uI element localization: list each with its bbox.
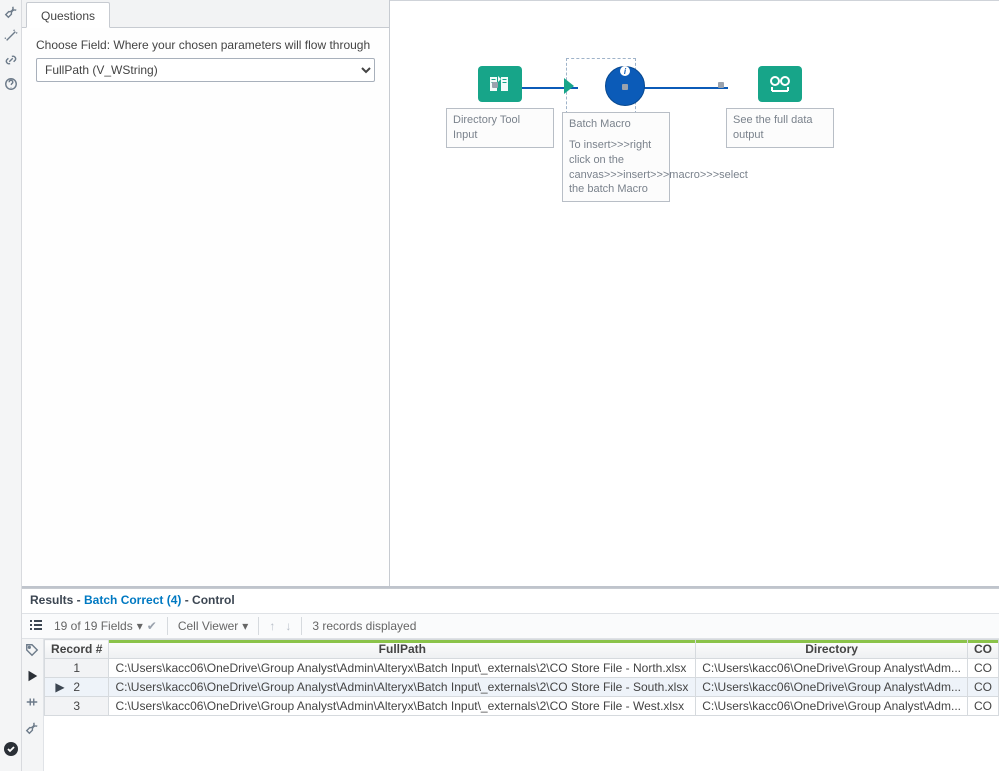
col-directory[interactable]: Directory: [696, 640, 968, 659]
info-badge-icon: i: [620, 66, 630, 76]
col-record-num[interactable]: Record #: [45, 640, 109, 659]
results-icon-rail: [22, 639, 44, 771]
node-caption: Batch Macro To insert>>>right click on t…: [562, 112, 670, 202]
table-row[interactable]: ▶2 C:\Users\kacc06\OneDrive\Group Analys…: [45, 678, 999, 697]
table-row[interactable]: 3 C:\Users\kacc06\OneDrive\Group Analyst…: [45, 697, 999, 716]
results-panel: Results - Batch Correct (4) - Control 19…: [22, 588, 999, 771]
chevron-down-icon: ▾: [242, 619, 248, 633]
records-count: 3 records displayed: [312, 619, 416, 633]
list-icon[interactable]: [28, 617, 44, 636]
config-panel: Questions Choose Field: Where your chose…: [22, 0, 390, 586]
check-icon: ✔: [147, 619, 157, 633]
tag-icon[interactable]: [25, 643, 41, 659]
cell-viewer-dropdown[interactable]: Cell Viewer ▾: [178, 619, 249, 633]
results-toolbar: 19 of 19 Fields ▾ ✔ Cell Viewer ▾ ↑ ↓ 3 …: [22, 613, 999, 639]
node-batch-macro[interactable]: i Batch Macro To insert>>>right click on…: [580, 66, 670, 202]
sort-desc-button[interactable]: ↓: [285, 619, 291, 633]
chevron-down-icon: ▾: [137, 619, 143, 633]
results-grid[interactable]: Record # FullPath Directory CO 1 C:\User…: [44, 639, 999, 771]
wand-icon[interactable]: [3, 28, 19, 44]
node-caption: See the full data output: [726, 108, 834, 148]
node-caption: Directory Tool Input: [446, 108, 554, 148]
tune-icon[interactable]: [25, 695, 41, 711]
directory-tool-icon: [478, 66, 522, 102]
col-fullpath[interactable]: FullPath: [109, 640, 696, 659]
tool-icon-rail: [0, 0, 22, 771]
table-row[interactable]: 1 C:\Users\kacc06\OneDrive\Group Analyst…: [45, 659, 999, 678]
col-extra[interactable]: CO: [967, 640, 998, 659]
results-title: Results - Batch Correct (4) - Control: [22, 589, 999, 613]
row-caret-icon: ▶: [55, 680, 64, 694]
field-dropdown[interactable]: FullPath (V_WString): [36, 58, 375, 82]
help-icon[interactable]: [3, 76, 19, 92]
macro-input-chevron-icon: [564, 78, 574, 94]
node-directory-tool[interactable]: Directory Tool Input: [446, 66, 554, 148]
wrench-icon[interactable]: [3, 4, 19, 20]
check-circle-icon[interactable]: [3, 741, 19, 757]
tab-questions[interactable]: Questions: [26, 2, 110, 28]
fields-selector[interactable]: 19 of 19 Fields ▾ ✔: [54, 619, 157, 633]
field-label: Choose Field: Where your chosen paramete…: [36, 38, 375, 52]
sort-asc-button[interactable]: ↑: [269, 619, 275, 633]
link-icon[interactable]: [3, 52, 19, 68]
wrench-icon[interactable]: [25, 721, 41, 737]
workflow-canvas[interactable]: Directory Tool Input i Batch Macro To in…: [390, 0, 999, 586]
node-browse[interactable]: See the full data output: [726, 66, 834, 148]
play-icon[interactable]: [25, 669, 41, 685]
config-tabbar: Questions: [22, 0, 389, 28]
browse-tool-icon: [758, 66, 802, 102]
